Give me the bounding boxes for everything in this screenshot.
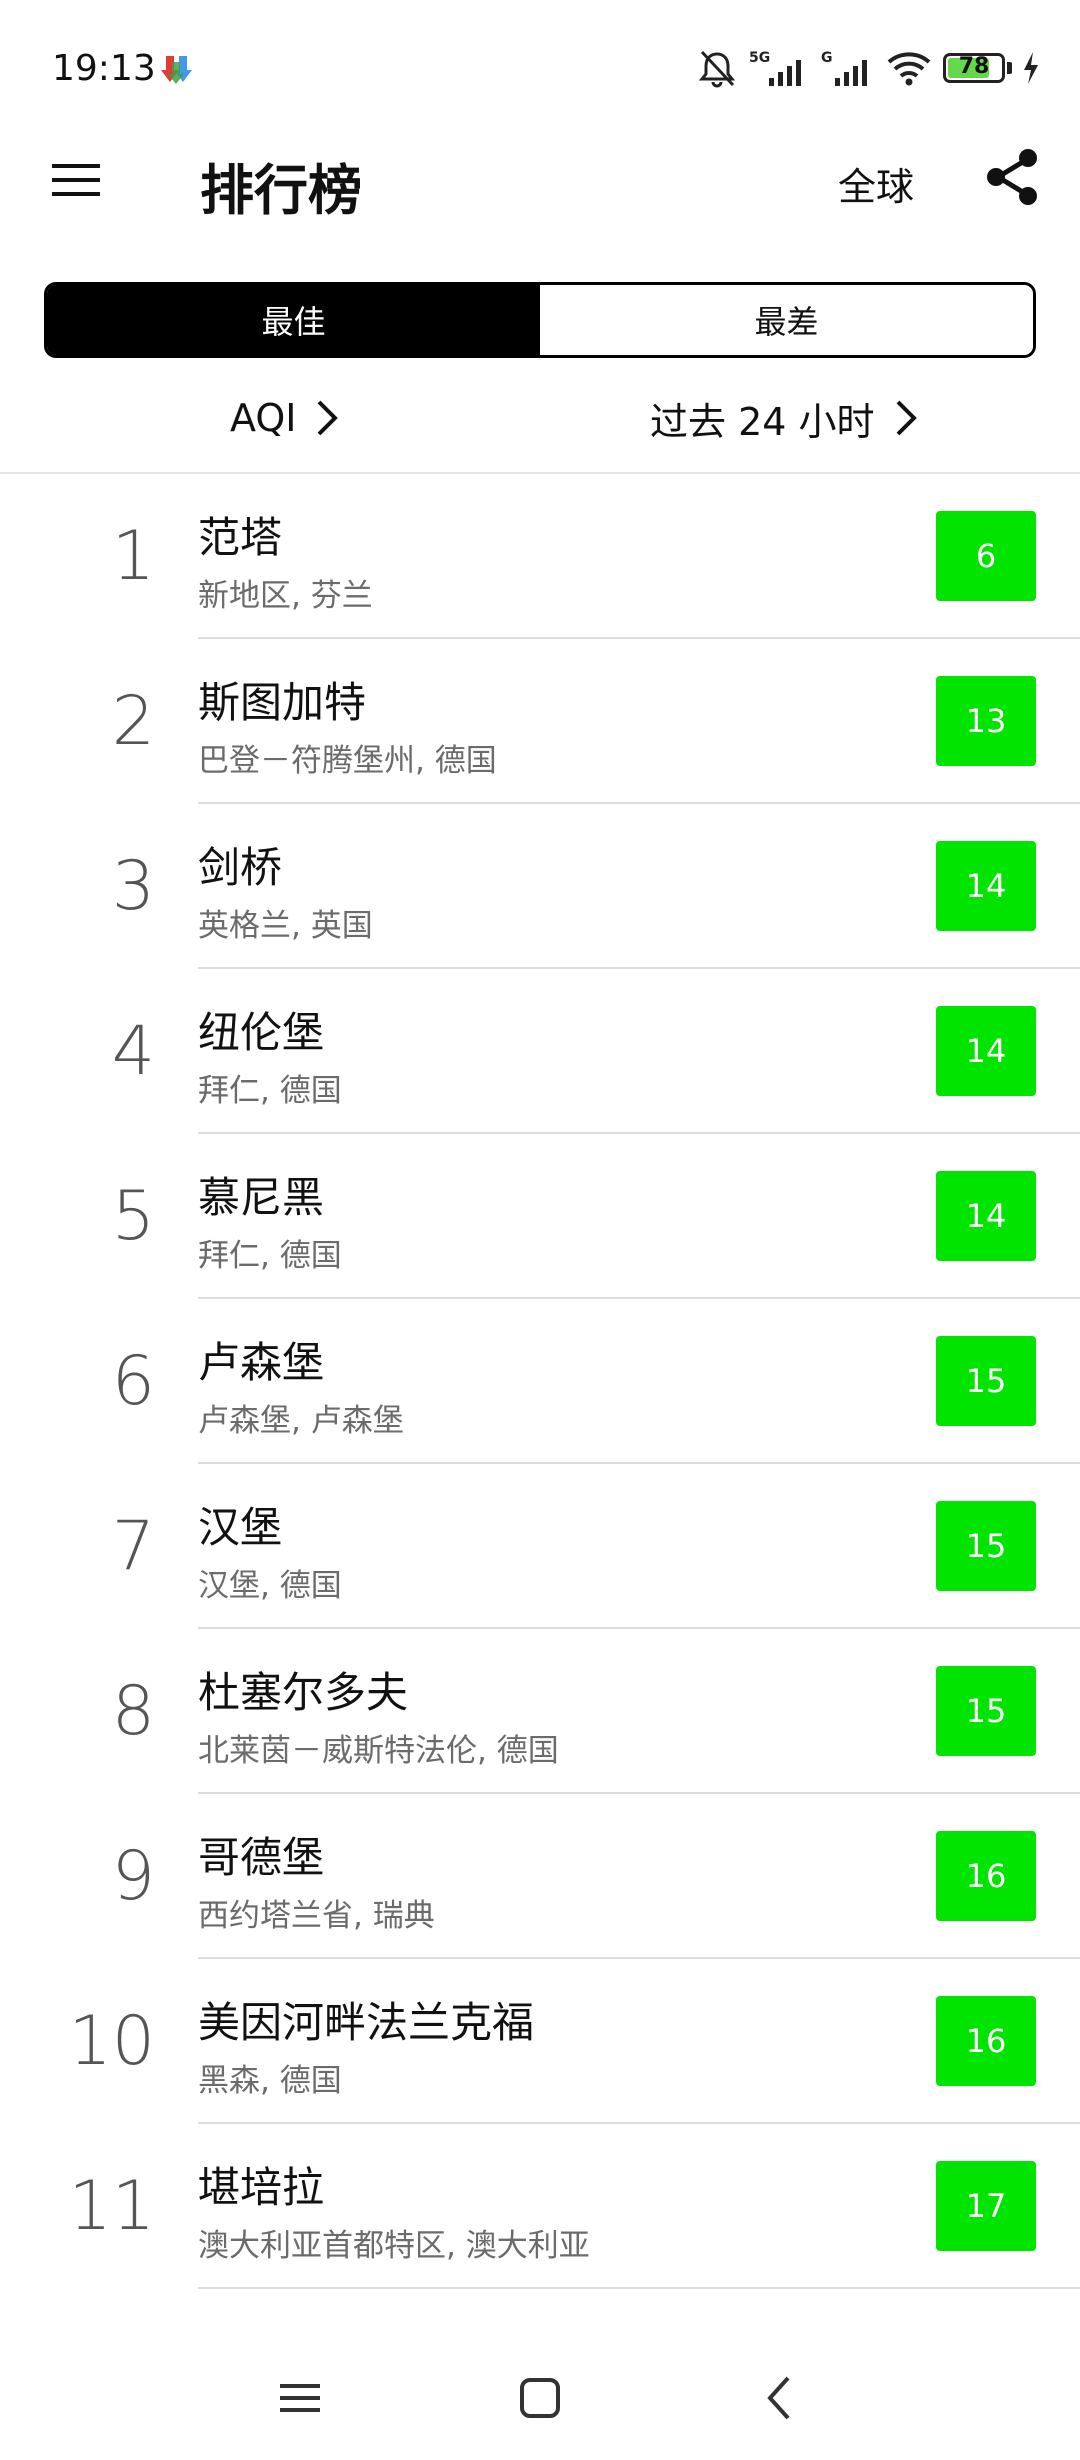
- best-worst-toggle: 最佳 最差: [44, 282, 1036, 358]
- city-name: 哥德堡: [198, 1833, 325, 1882]
- tab-best[interactable]: 最佳: [47, 285, 540, 355]
- ranking-row[interactable]: 11 堪培拉澳大利亚首都特区, 澳大利亚 17: [0, 2124, 1080, 2289]
- city-name: 斯图加特: [198, 678, 367, 727]
- city-region: 新地区, 芬兰: [198, 578, 373, 614]
- recent-apps-icon[interactable]: [270, 2368, 330, 2428]
- rank-number: 7: [111, 1507, 155, 1586]
- 5g-signal-icon: 5G: [749, 50, 801, 86]
- battery-percent: 78: [958, 54, 990, 79]
- ranking-row[interactable]: 4 纽伦堡拜仁, 德国 14: [0, 969, 1080, 1134]
- rank-number: 11: [68, 2167, 155, 2246]
- period-filter-label: 过去 24 小时: [650, 399, 875, 444]
- row-divider: [198, 2287, 1080, 2289]
- city-region: 巴登－符腾堡州, 德国: [198, 743, 497, 779]
- city-name: 范塔: [198, 513, 283, 562]
- aqi-badge: 13: [936, 676, 1036, 766]
- ranking-row[interactable]: 10 美因河畔法兰克福黑森, 德国 16: [0, 1959, 1080, 2124]
- hamburger-menu-icon[interactable]: [48, 152, 104, 208]
- aqi-badge: 6: [936, 511, 1036, 601]
- city-region: 北莱茵－威斯特法伦, 德国: [198, 1733, 559, 1769]
- chevron-right-icon: [896, 400, 917, 436]
- g-signal-icon: G: [821, 50, 867, 86]
- rank-number: 5: [111, 1177, 155, 1256]
- battery-icon: 78: [943, 53, 1005, 83]
- page-title: 排行榜: [200, 159, 362, 222]
- tab-worst[interactable]: 最差: [540, 285, 1033, 355]
- rank-number: 10: [68, 2002, 155, 2081]
- metric-filter-button[interactable]: AQI: [230, 388, 340, 448]
- ranking-row[interactable]: 5 慕尼黑拜仁, 德国 14: [0, 1134, 1080, 1299]
- aqi-badge: 14: [936, 1171, 1036, 1261]
- svg-text:5G: 5G: [749, 50, 770, 66]
- city-name: 杜塞尔多夫: [198, 1668, 409, 1717]
- city-name: 剑桥: [198, 843, 283, 892]
- city-region: 汉堡, 德国: [198, 1568, 342, 1604]
- status-bar: 19:13 5G G 78: [0, 0, 1080, 140]
- ranking-row[interactable]: 2 斯图加特巴登－符腾堡州, 德国 13: [0, 639, 1080, 804]
- city-name: 汉堡: [198, 1503, 283, 1552]
- ranking-list[interactable]: 1 范塔 新地区, 芬兰 6 2 斯图加特 巴登－符腾堡州, 德国 13 3 剑桥 英格兰, 英国 1…: [0, 474, 1080, 2334]
- status-icons: 5G G 78: [697, 46, 1040, 90]
- aqi-badge: 15: [936, 1336, 1036, 1426]
- city-region: 拜仁, 德国: [198, 1073, 342, 1109]
- aqi-badge: 15: [936, 1501, 1036, 1591]
- rank-number: 6: [111, 1342, 155, 1421]
- rank-number: 9: [111, 1837, 155, 1916]
- city-name: 美因河畔法兰克福: [198, 1998, 535, 2047]
- aqi-badge: 17: [936, 2161, 1036, 2251]
- status-time: 19:13: [52, 48, 156, 89]
- download-app-icon: [161, 56, 192, 84]
- rank-number: 1: [111, 517, 155, 596]
- ranking-row[interactable]: 3 剑桥英格兰, 英国 14: [0, 804, 1080, 969]
- city-region: 西约塔兰省, 瑞典: [198, 1898, 435, 1934]
- wifi-icon: [887, 52, 931, 86]
- share-icon[interactable]: [982, 146, 1044, 208]
- ranking-row[interactable]: 1 范塔新地区, 芬兰 6: [0, 474, 1080, 639]
- rank-number: 4: [111, 1012, 155, 1091]
- aqi-badge: 16: [936, 1996, 1036, 2086]
- region-selector-button[interactable]: 全球: [838, 156, 914, 211]
- ranking-row[interactable]: 9 哥德堡西约塔兰省, 瑞典 16: [0, 1794, 1080, 1959]
- battery-tip: [1007, 62, 1012, 74]
- ranking-row[interactable]: 8 杜塞尔多夫北莱茵－威斯特法伦, 德国 15: [0, 1629, 1080, 1794]
- city-region: 卢森堡, 卢森堡: [198, 1403, 404, 1439]
- ranking-row[interactable]: 7 汉堡汉堡, 德国 15: [0, 1464, 1080, 1629]
- rank-number: 8: [111, 1672, 155, 1751]
- chevron-right-icon: [318, 400, 339, 436]
- rank-number: 2: [111, 682, 155, 761]
- app-header: 排行榜 全球: [0, 120, 1080, 240]
- period-filter-button[interactable]: 过去 24 小时: [650, 388, 919, 448]
- aqi-badge: 14: [936, 841, 1036, 931]
- ranking-row[interactable]: 6 卢森堡卢森堡, 卢森堡 15: [0, 1299, 1080, 1464]
- aqi-badge: 15: [936, 1666, 1036, 1756]
- rank-number: 3: [111, 847, 155, 926]
- city-name: 慕尼黑: [198, 1173, 325, 1222]
- city-region: 英格兰, 英国: [198, 908, 373, 944]
- city-name: 纽伦堡: [198, 1008, 325, 1057]
- metric-filter-label: AQI: [230, 396, 297, 440]
- city-region: 澳大利亚首都特区, 澳大利亚: [198, 2228, 590, 2264]
- back-icon[interactable]: [750, 2368, 810, 2428]
- home-icon[interactable]: [510, 2368, 570, 2428]
- city-region: 拜仁, 德国: [198, 1238, 342, 1274]
- charging-icon: [1024, 52, 1038, 84]
- city-name: 堪培拉: [198, 2163, 325, 2212]
- aqi-badge: 14: [936, 1006, 1036, 1096]
- city-region: 黑森, 德国: [198, 2063, 342, 2099]
- mute-icon: [698, 50, 736, 88]
- svg-text:G: G: [821, 50, 833, 66]
- aqi-badge: 16: [936, 1831, 1036, 1921]
- system-nav-bar: [0, 2340, 1080, 2460]
- city-name: 卢森堡: [198, 1338, 325, 1387]
